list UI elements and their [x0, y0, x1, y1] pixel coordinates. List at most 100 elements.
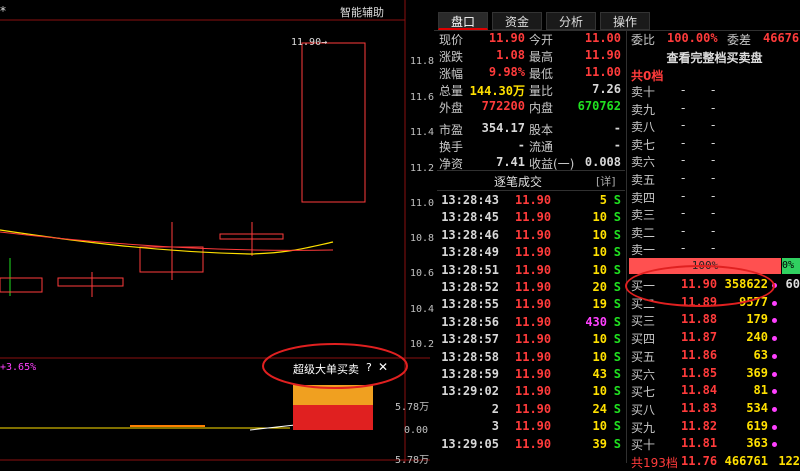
trade-side: S	[613, 436, 621, 451]
trade-volume: 43	[592, 367, 607, 381]
trade-side: S	[613, 384, 621, 399]
trade-price: 11.90	[515, 436, 552, 451]
trades-title: 逐笔成交	[494, 175, 543, 189]
trade-time: 13:28:57	[441, 332, 499, 347]
trade-volume: 10	[592, 419, 607, 434]
buy-level-price: 11.87	[681, 330, 718, 345]
trade-volume: 10	[592, 210, 607, 225]
trade-price: 11.90	[515, 297, 552, 312]
trade-volume: 10	[592, 245, 607, 260]
quote-value: 11.90	[584, 48, 621, 62]
quote-label: 现价	[439, 33, 464, 47]
buy1-highlight	[625, 265, 775, 307]
sell-level-price: -	[681, 241, 686, 256]
tab-zijin[interactable]: 资金	[492, 12, 542, 30]
tab-fenxi[interactable]: 分析	[546, 12, 596, 30]
quote-label: 流通	[529, 140, 554, 154]
buy-level-label: 买九	[631, 420, 656, 435]
trade-volume: 10	[592, 227, 607, 242]
quote-value: 354.17	[481, 121, 525, 135]
trade-price: 11.90	[515, 262, 552, 277]
trade-time: 13:28:59	[441, 367, 499, 381]
buy-level-price: 11.81	[681, 436, 718, 451]
trade-volume: 10	[592, 349, 607, 364]
trade-volume: 10	[592, 262, 607, 277]
close-icon[interactable]: ✕	[378, 360, 388, 374]
y-tick: 11.0	[410, 198, 435, 209]
quote-label: 换手	[439, 140, 464, 154]
buy-level-label: 买八	[631, 402, 656, 417]
quote-label: 最高	[529, 50, 554, 64]
quote-value: 670762	[577, 99, 621, 113]
trade-side: S	[613, 297, 621, 312]
help-icon[interactable]: ?	[366, 361, 372, 374]
change-dot-icon	[772, 424, 777, 430]
change-dot-icon	[772, 371, 777, 377]
tab-pankou[interactable]: 盘口	[438, 12, 488, 30]
sell-level-price: -	[681, 118, 686, 133]
buy-level-volume: 369	[746, 365, 768, 380]
quote-label: 外盘	[439, 101, 464, 115]
quote-value: -	[517, 138, 525, 152]
trade-side: S	[613, 419, 621, 434]
buy-level-price: 11.84	[681, 383, 718, 398]
quote-label: 总量	[439, 84, 464, 98]
buy-level-volume: 63	[753, 347, 768, 362]
sell-level-volume: -	[711, 100, 716, 115]
trade-side: S	[613, 401, 621, 416]
buy-level-price: 11.82	[681, 418, 718, 433]
trade-volume: 430	[585, 314, 607, 329]
tab-caozuo[interactable]: 操作	[600, 12, 650, 30]
trade-time: 13:28:52	[441, 280, 499, 294]
trade-price: 11.90	[515, 367, 552, 381]
trade-volume: 39	[592, 436, 607, 451]
trade-time: 3	[491, 419, 499, 434]
wc-value: 466761	[763, 31, 800, 45]
quote-label: 最低	[529, 67, 554, 81]
buy-level-volume: 240	[746, 330, 768, 345]
sell-level-volume: -	[711, 118, 716, 133]
super-order-title: 超级大单买卖	[293, 363, 359, 376]
change-dot-icon	[772, 406, 777, 412]
trade-price: 11.90	[515, 210, 552, 225]
sell-level-price: -	[681, 83, 686, 97]
sell-level-label: 卖七	[631, 137, 656, 152]
quote-value: -	[613, 138, 621, 152]
trade-side: S	[613, 193, 621, 207]
buy-level-label: 买五	[631, 349, 656, 364]
trade-price: 11.90	[515, 227, 552, 242]
y-tick: 11.6	[410, 92, 435, 103]
trade-volume: 20	[592, 280, 607, 294]
price-marker: 11.90→	[291, 37, 328, 48]
trade-side: S	[613, 367, 621, 381]
trade-time: 13:28:58	[441, 349, 499, 364]
buy-total-tail: 122	[778, 454, 800, 468]
quote-value: -	[613, 121, 621, 135]
vol-bar-red	[293, 405, 373, 430]
quote-value: 144.30万	[469, 84, 525, 98]
sell-level-label: 卖四	[631, 190, 656, 205]
buy-level-volume: 81	[753, 383, 768, 398]
buy-level-price: 11.83	[681, 400, 718, 415]
buy-level-volume: 534	[746, 400, 768, 415]
vol-tick: 0.00	[404, 425, 429, 436]
full-book-link[interactable]: 查看完整档买卖盘	[629, 49, 800, 66]
sell-level-volume: -	[711, 241, 716, 256]
trade-side: S	[613, 349, 621, 364]
trade-time: 13:29:02	[441, 384, 499, 399]
y-tick: 11.4	[410, 127, 435, 138]
buy-level-label: 买七	[631, 385, 656, 400]
kline-chart[interactable]: * 智能辅助 11.90→ 11.8 11.6 11.4 11.2 11.0 1…	[0, 0, 434, 466]
candle-4	[219, 222, 284, 256]
sell-level-label: 卖六	[631, 155, 656, 170]
quote-label: 涨幅	[439, 67, 464, 81]
sell-ratio-bar: 0%	[782, 258, 800, 274]
y-tick: 10.6	[410, 268, 435, 279]
sell-level-label: 卖八	[631, 120, 656, 135]
trade-price: 11.90	[515, 349, 552, 364]
trades-detail-link[interactable]: [详]	[596, 173, 616, 189]
quote-value: 11.00	[584, 65, 621, 79]
change-dot-icon	[772, 353, 777, 359]
trade-time: 13:28:49	[441, 245, 499, 260]
sell-level-label: 卖二	[631, 225, 656, 240]
